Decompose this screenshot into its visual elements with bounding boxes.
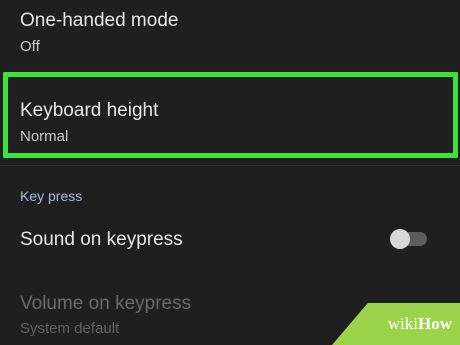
watermark-text: wikiHow xyxy=(387,314,452,333)
one-handed-mode-setting[interactable]: One-handed mode Off xyxy=(0,10,460,56)
keyboard-height-title: Keyboard height xyxy=(20,100,159,121)
section-header-key-press: Key press xyxy=(20,188,83,204)
keyboard-height-setting[interactable]: Keyboard height Normal xyxy=(0,100,460,146)
one-handed-mode-value: Off xyxy=(20,38,40,55)
toggle-thumb xyxy=(390,229,410,249)
keyboard-height-value: Normal xyxy=(20,128,69,145)
sound-on-keypress-toggle[interactable] xyxy=(389,229,429,249)
section-divider xyxy=(0,165,460,166)
one-handed-mode-title: One-handed mode xyxy=(20,10,179,31)
